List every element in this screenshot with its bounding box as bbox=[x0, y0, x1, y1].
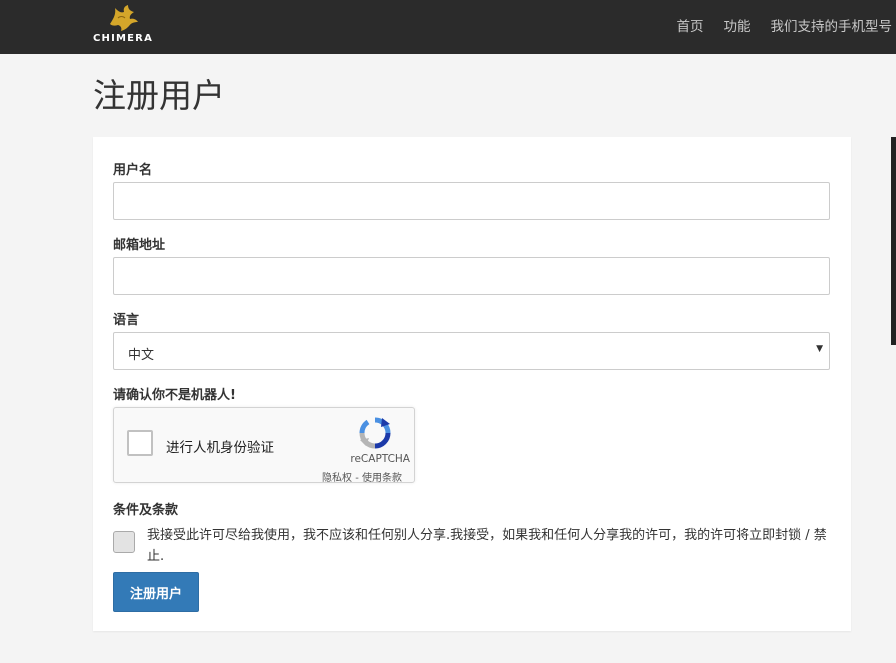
terms-checkbox[interactable] bbox=[113, 531, 135, 553]
register-button[interactable]: 注册用户 bbox=[113, 572, 199, 612]
language-selected-value: 中文 bbox=[128, 348, 155, 363]
top-navbar: CHIMERA 首页 功能 我们支持的手机型号 bbox=[0, 0, 896, 54]
nav-supported-models-link[interactable]: 我们支持的手机型号 bbox=[771, 15, 893, 35]
recaptcha-checkbox-text: 进行人机身份验证 bbox=[166, 440, 274, 456]
nav-home-link[interactable]: 首页 bbox=[677, 15, 704, 35]
recaptcha-logo-icon bbox=[359, 417, 391, 449]
recaptcha-checkbox[interactable] bbox=[127, 430, 153, 456]
terms-label: 条件及条款 bbox=[113, 503, 179, 518]
logo-text: CHIMERA bbox=[92, 33, 154, 44]
username-label: 用户名 bbox=[113, 163, 153, 178]
language-label: 语言 bbox=[113, 313, 140, 328]
main-nav: 首页 功能 我们支持的手机型号 bbox=[657, 15, 893, 35]
recaptcha-privacy-terms-links[interactable]: 隐私权 - 使用条款 bbox=[322, 469, 402, 484]
recaptcha-widget: 进行人机身份验证 reCAPTCHA 隐私权 - 使用条款 bbox=[113, 407, 415, 484]
email-label: 邮箱地址 bbox=[113, 238, 166, 253]
terms-text: 我接受此许可尽给我使用，我不应该和任何别人分享.我接受，如果我和任何人分享我的许… bbox=[147, 528, 827, 564]
registration-form: 用户名 邮箱地址 语言 中文 ▼ 请确认你不是机器人! 进行人机身份验证 reC… bbox=[93, 137, 851, 631]
nav-features-link[interactable]: 功能 bbox=[724, 15, 751, 35]
email-input[interactable] bbox=[113, 257, 830, 295]
chimera-logo-icon bbox=[110, 5, 138, 31]
chimera-logo[interactable]: CHIMERA bbox=[92, 4, 154, 46]
language-select[interactable]: 中文 ▼ bbox=[113, 332, 830, 370]
page-title: 注册用户 bbox=[93, 76, 225, 115]
captcha-label: 请确认你不是机器人! bbox=[113, 388, 236, 403]
username-input[interactable] bbox=[113, 182, 830, 220]
chevron-down-icon: ▼ bbox=[816, 344, 823, 354]
scrollbar-edge[interactable] bbox=[891, 137, 896, 345]
recaptcha-brand: reCAPTCHA bbox=[350, 453, 410, 465]
